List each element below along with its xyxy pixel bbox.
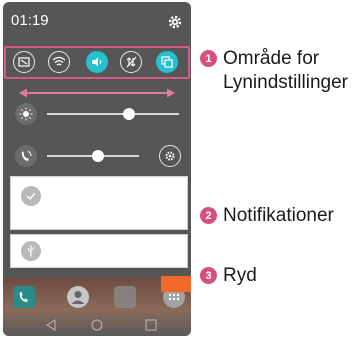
brightness-track[interactable] — [47, 113, 179, 115]
clear-button[interactable] — [161, 276, 191, 292]
capture-plus-toggle[interactable] — [13, 51, 35, 73]
callout-notifications: 2 Notifikationer — [200, 204, 334, 228]
phone-app-icon — [13, 286, 35, 308]
usb-icon — [21, 241, 41, 261]
brightness-thumb[interactable] — [122, 108, 135, 120]
wifi-toggle[interactable] — [48, 51, 70, 73]
data-toggle[interactable] — [120, 51, 142, 73]
callout-text: Lynindstillinger — [223, 72, 348, 93]
callout-badge: 2 — [200, 207, 217, 224]
back-icon[interactable] — [45, 319, 57, 331]
wifi-icon — [52, 56, 66, 66]
scroll-arrow-icon — [19, 88, 175, 98]
contacts-app-icon — [67, 286, 89, 308]
navigation-bar — [3, 316, 191, 336]
callout-quick-settings: 1 Område for Lynindstillinger — [200, 47, 348, 95]
settings-gear-icon[interactable] — [167, 14, 183, 30]
callout-clear: 3 Ryd — [200, 264, 257, 288]
check-icon — [21, 186, 41, 206]
data-off-icon — [126, 56, 137, 68]
notification-card[interactable] — [10, 234, 188, 268]
status-time: 01:19 — [11, 12, 49, 29]
ringtone-volume-slider[interactable] — [3, 145, 191, 169]
status-bar: 01:19 — [3, 2, 191, 42]
volume-thumb[interactable] — [91, 150, 104, 162]
brightness-icon — [15, 103, 37, 125]
callout-badge: 1 — [200, 50, 217, 67]
ringtone-icon — [15, 145, 37, 167]
callout-text: Ryd — [223, 265, 257, 286]
callout-text: Notifikationer — [223, 205, 334, 226]
copy-icon — [161, 56, 173, 68]
brightness-slider[interactable] — [3, 103, 191, 127]
callout-badge: 3 — [200, 267, 217, 284]
recents-icon[interactable] — [145, 319, 157, 331]
capture-plus-icon — [18, 57, 30, 67]
copy-toggle[interactable] — [156, 51, 178, 73]
notification-card[interactable] — [10, 176, 188, 230]
messaging-app-icon — [114, 286, 136, 308]
sound-toggle[interactable] — [86, 51, 108, 73]
home-icon[interactable] — [91, 319, 103, 331]
callout-text: Område for — [223, 48, 320, 69]
sound-icon — [92, 57, 102, 67]
volume-settings-icon[interactable] — [159, 145, 181, 167]
phone-screen: 01:19 — [3, 2, 191, 336]
